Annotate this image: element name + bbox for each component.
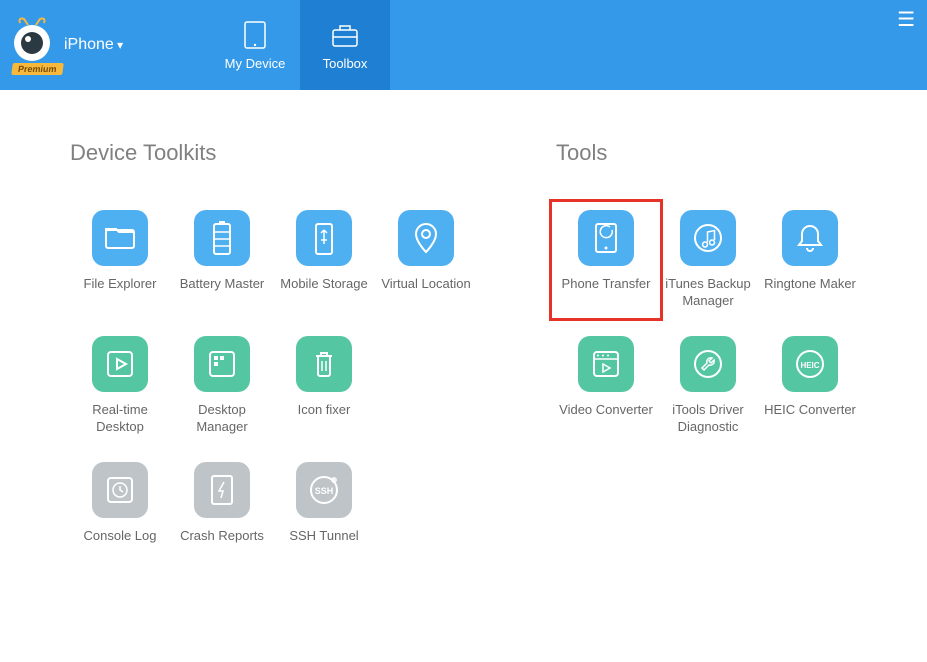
premium-badge: Premium	[11, 63, 63, 75]
header-tabs: My Device Toolbox	[210, 0, 390, 90]
device-toolkits-grid: File Explorer Battery Master Mobile Storag…	[70, 206, 476, 566]
tab-toolbox[interactable]: Toolbox	[300, 0, 390, 90]
wrench-icon	[680, 336, 736, 392]
tile-label: SSH Tunnel	[289, 528, 358, 562]
svg-text:HEIC: HEIC	[800, 361, 819, 370]
crash-icon	[194, 462, 250, 518]
battery-icon	[194, 210, 250, 266]
ssh-icon: SSH	[296, 462, 352, 518]
tile-label: Real-time Desktop	[70, 402, 170, 436]
tile-heic-converter[interactable]: HEIC HEIC Converter	[760, 332, 860, 440]
header: Premium iPhone My Device Toolbox ☰	[0, 0, 927, 90]
device-icon	[238, 20, 272, 50]
tile-label: Icon fixer	[298, 402, 351, 436]
device-toolkits-section: Device Toolkits File Explorer Battery Mas…	[70, 140, 476, 566]
transfer-icon	[578, 210, 634, 266]
tile-label: Video Converter	[559, 402, 653, 436]
play-icon	[92, 336, 148, 392]
tile-realtime-desktop[interactable]: Real-time Desktop	[70, 332, 170, 440]
tile-ringtone-maker[interactable]: Ringtone Maker	[760, 206, 860, 314]
tile-label: Battery Master	[180, 276, 265, 310]
tile-itunes-backup[interactable]: iTunes Backup Manager	[658, 206, 758, 314]
clock-icon	[92, 462, 148, 518]
content: Device Toolkits File Explorer Battery Mas…	[0, 90, 927, 586]
location-icon	[398, 210, 454, 266]
section-title: Tools	[556, 140, 867, 166]
tile-label: File Explorer	[84, 276, 157, 310]
folder-icon	[92, 210, 148, 266]
tile-virtual-location[interactable]: Virtual Location	[376, 206, 476, 314]
tile-video-converter[interactable]: Video Converter	[556, 332, 656, 440]
tile-label: Mobile Storage	[280, 276, 367, 310]
tools-section: Tools Phone TransferiTunes Backup Manage…	[556, 140, 867, 566]
heic-icon: HEIC	[782, 336, 838, 392]
tile-phone-transfer[interactable]: Phone Transfer	[556, 206, 656, 314]
trash-icon	[296, 336, 352, 392]
tile-label: iTunes Backup Manager	[658, 276, 758, 310]
tile-desktop-manager[interactable]: Desktop Manager	[172, 332, 272, 440]
tile-crash-reports[interactable]: Crash Reports	[172, 458, 272, 566]
tile-driver-diagnostic[interactable]: iTools Driver Diagnostic	[658, 332, 758, 440]
tile-label: Ringtone Maker	[764, 276, 856, 310]
tile-label: Desktop Manager	[172, 402, 272, 436]
tools-grid: Phone TransferiTunes Backup ManagerRingt…	[556, 206, 867, 440]
usb-icon	[296, 210, 352, 266]
tile-label: Virtual Location	[381, 276, 470, 310]
bell-icon	[782, 210, 838, 266]
tile-console-log[interactable]: Console Log	[70, 458, 170, 566]
tab-label: Toolbox	[323, 56, 368, 71]
tile-ssh-tunnel[interactable]: SSH SSH Tunnel	[274, 458, 374, 566]
section-title: Device Toolkits	[70, 140, 476, 166]
tile-icon-fixer[interactable]: Icon fixer	[274, 332, 374, 440]
tile-label: iTools Driver Diagnostic	[658, 402, 758, 436]
tile-label: Console Log	[84, 528, 157, 562]
tab-my-device[interactable]: My Device	[210, 0, 300, 90]
tile-battery-master[interactable]: Battery Master	[172, 206, 272, 314]
itunes-icon	[680, 210, 736, 266]
video-icon	[578, 336, 634, 392]
app-logo-icon: Premium	[8, 15, 56, 75]
menu-icon[interactable]: ☰	[897, 10, 915, 30]
toolbox-icon	[328, 20, 362, 50]
tile-label: Crash Reports	[180, 528, 264, 562]
tile-file-explorer[interactable]: File Explorer	[70, 206, 170, 314]
logo-area: Premium iPhone	[0, 15, 210, 75]
grid-icon	[194, 336, 250, 392]
device-selector[interactable]: iPhone	[64, 36, 123, 54]
tile-label: HEIC Converter	[764, 402, 856, 436]
svg-text:SSH: SSH	[315, 486, 334, 496]
tab-label: My Device	[225, 56, 286, 71]
tile-mobile-storage[interactable]: Mobile Storage	[274, 206, 374, 314]
tile-label: Phone Transfer	[562, 276, 651, 310]
